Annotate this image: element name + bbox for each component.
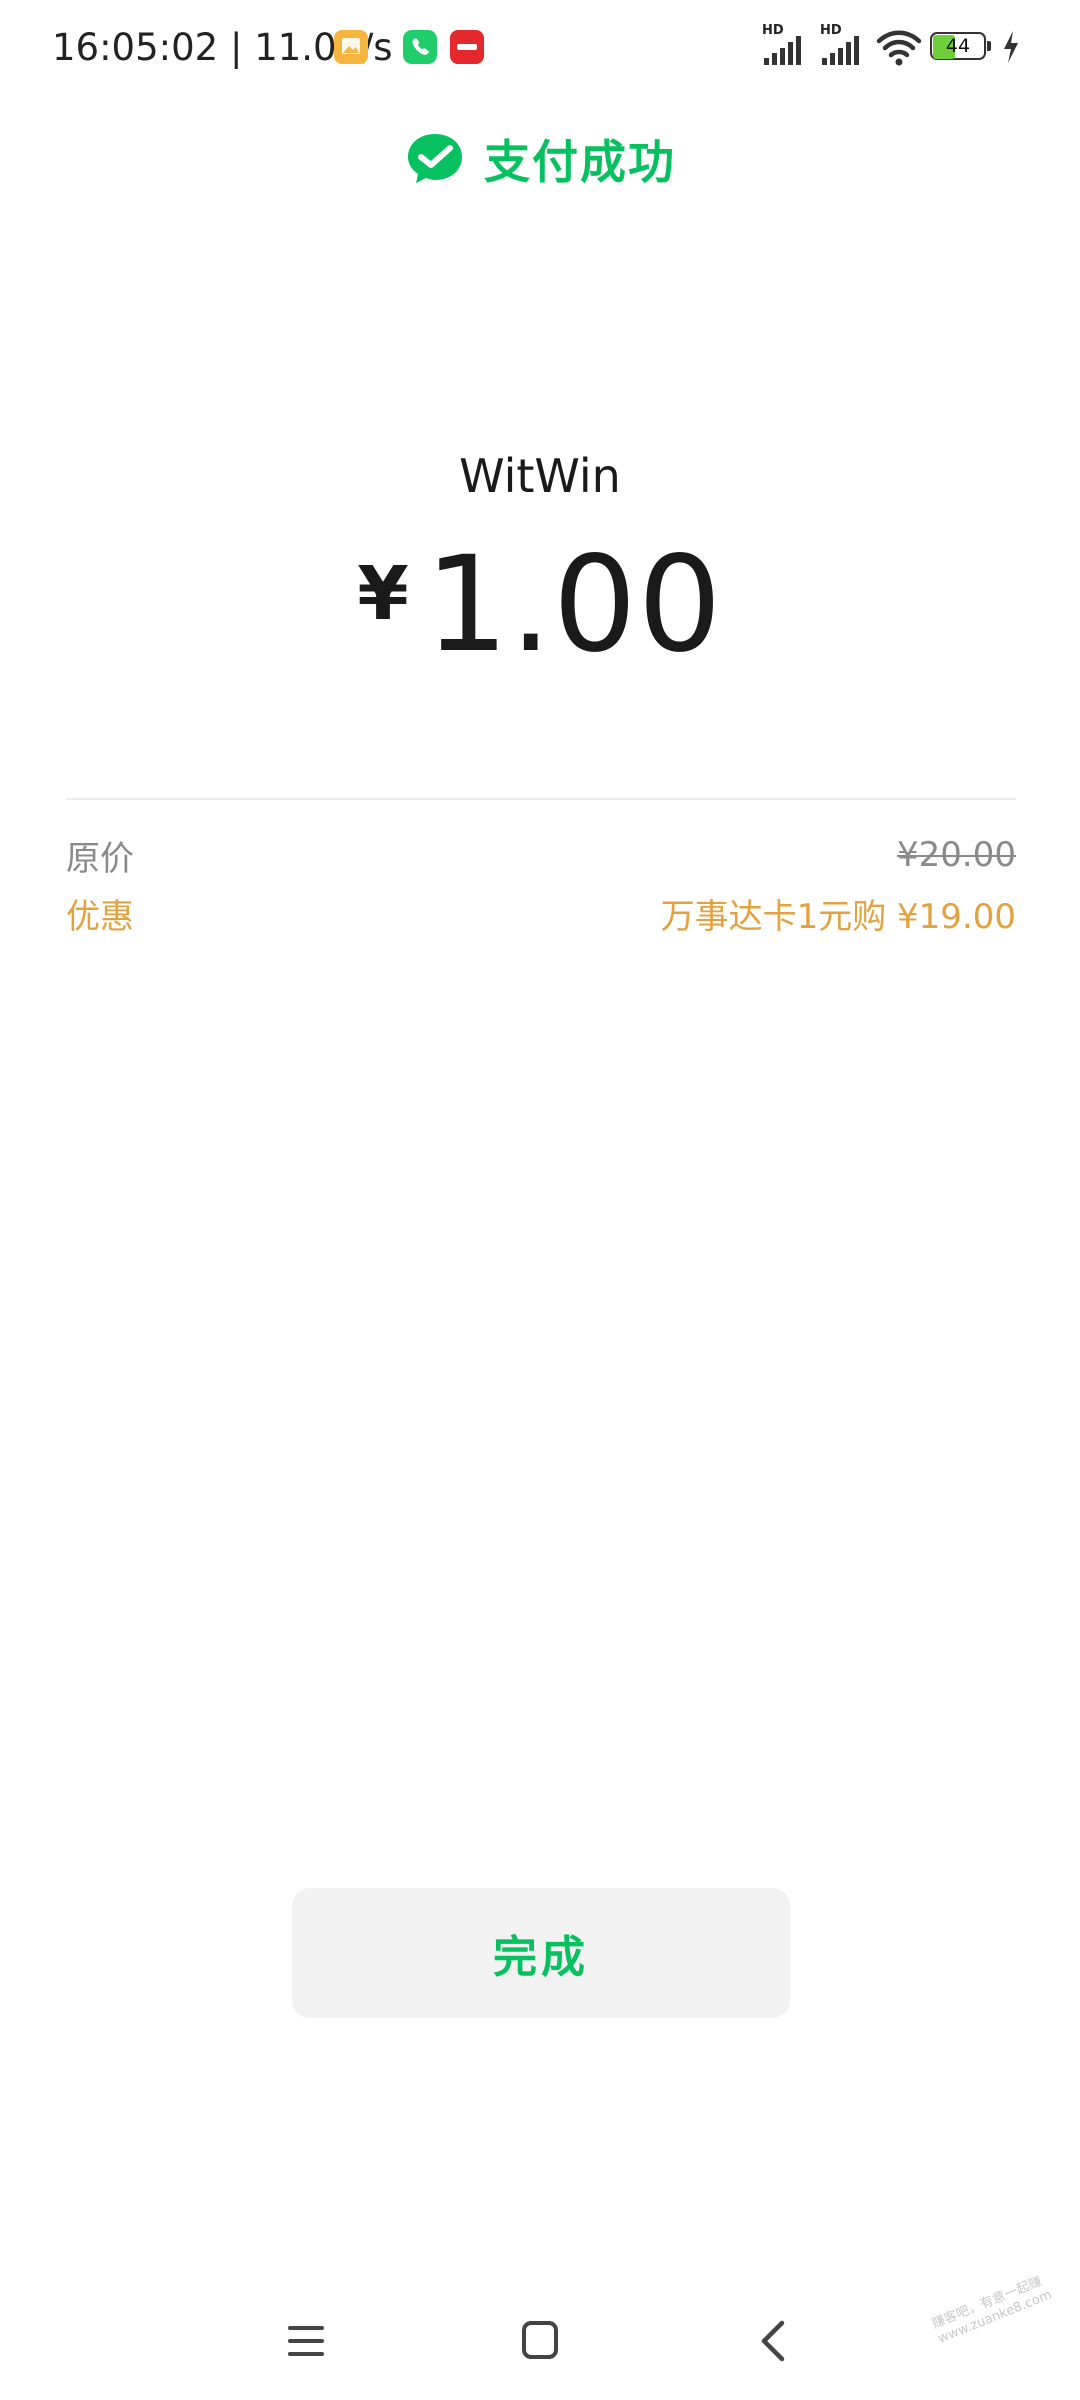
- discount-value: 万事达卡1元购 ¥19.00: [660, 896, 1016, 937]
- amount-row: ¥ 1.00: [0, 530, 1080, 680]
- done-button[interactable]: 完成: [292, 1888, 790, 2018]
- merchant-name: WitWin: [459, 449, 621, 503]
- discount-row: 优惠 万事达卡1元购 ¥19.00: [66, 888, 1016, 938]
- wifi-icon: [876, 28, 922, 68]
- app-red-icon: [450, 30, 484, 64]
- page-title: 支付成功: [484, 135, 676, 189]
- signal-2-icon: HD: [820, 24, 868, 68]
- original-price-row: 原价 ¥20.00: [66, 830, 1016, 880]
- charging-icon: [1002, 30, 1020, 68]
- status-bar: 16:05:02 | 11.0K/s HD HD 44: [0, 0, 1080, 96]
- payment-success-header: 支付成功: [0, 124, 1080, 194]
- signal-1-icon: HD: [762, 24, 810, 68]
- divider: [66, 798, 1016, 800]
- battery-level: 44: [945, 35, 971, 57]
- network-speed: 11.0K/s: [254, 26, 393, 69]
- currency-symbol: ¥: [357, 551, 409, 637]
- back-icon[interactable]: [744, 2316, 804, 2366]
- navigation-bar: [0, 2300, 1080, 2380]
- phone-icon: [403, 30, 437, 64]
- payment-amount: 1.00: [424, 528, 723, 682]
- wechat-pay-check-icon: [404, 128, 466, 190]
- menu-icon[interactable]: [276, 2316, 336, 2366]
- status-separator: |: [229, 26, 255, 69]
- battery-icon: 44: [930, 32, 992, 62]
- clock-text: 16:05:02: [52, 26, 219, 69]
- gallery-icon: [334, 30, 368, 64]
- home-icon[interactable]: [510, 2316, 570, 2366]
- original-price-value: ¥20.00: [897, 835, 1016, 875]
- discount-label: 优惠: [66, 896, 134, 937]
- original-price-label: 原价: [66, 838, 134, 879]
